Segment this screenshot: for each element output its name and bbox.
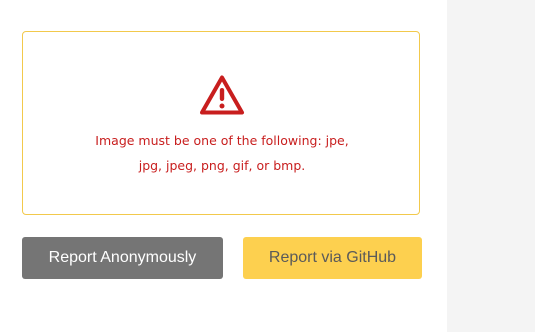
report-anonymously-button[interactable]: Report Anonymously bbox=[22, 237, 223, 279]
image-upload-dropzone[interactable]: Image must be one of the following: jpe,… bbox=[22, 31, 420, 215]
warning-triangle-icon bbox=[199, 74, 245, 116]
side-panel bbox=[447, 0, 535, 332]
report-via-github-button[interactable]: Report via GitHub bbox=[243, 237, 422, 279]
error-message: Image must be one of the following: jpe,… bbox=[95, 133, 349, 173]
